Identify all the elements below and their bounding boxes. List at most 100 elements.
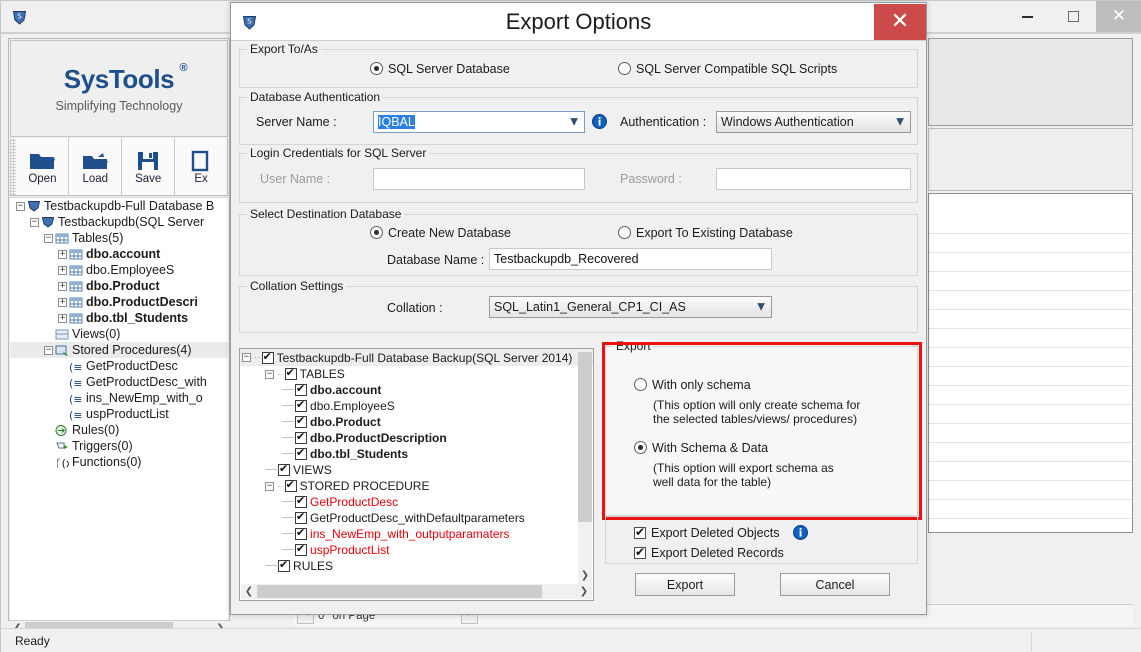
tree-item-checkbox[interactable] (295, 382, 308, 396)
radio-with-only-schema-indicator[interactable] (634, 378, 647, 392)
tree-item[interactable]: ┄┄ ins_NewEmp_with_outputparamaters (240, 526, 593, 542)
table-row[interactable] (929, 481, 1132, 500)
password-field[interactable] (716, 168, 911, 190)
table-row[interactable] (929, 272, 1132, 291)
tree-items[interactable]: −··TABLES┄┄dbo.account┄┄dbo.EmployeeS┄┄d… (240, 366, 593, 574)
tree-item[interactable]: ┄┄ dbo.account (240, 382, 593, 398)
collapse-icon[interactable]: − (30, 217, 39, 227)
tree-item[interactable]: ┄┄ uspProductList (240, 542, 593, 558)
tree-item-checkbox[interactable] (278, 462, 291, 476)
tree-item-checkbox[interactable] (295, 510, 308, 524)
scroll-right-icon[interactable]: ❯ (576, 586, 592, 597)
expand-icon[interactable]: + (58, 249, 67, 259)
tree-item[interactable]: ┄┄ dbo.Product (240, 414, 593, 430)
table-row[interactable] (929, 348, 1132, 367)
collapse-icon[interactable]: − (44, 233, 53, 243)
collapse-icon[interactable]: − (265, 481, 274, 491)
authentication-combo[interactable]: Windows Authentication ▼ (716, 111, 911, 133)
collapse-icon[interactable]: − (242, 353, 251, 362)
tree-vscrollbar[interactable]: ❯ (578, 350, 592, 584)
export-button[interactable]: Export (635, 573, 735, 596)
tree-item-checkbox[interactable] (295, 446, 308, 460)
collapse-icon[interactable]: − (265, 369, 274, 379)
tree-item[interactable]: ┄┄ dbo.EmployeeS (240, 398, 593, 414)
tree-item[interactable]: Triggers(0) (10, 438, 228, 454)
cancel-button[interactable]: Cancel (780, 573, 890, 596)
scroll-down-icon[interactable]: ❯ (578, 568, 592, 584)
tree-item[interactable]: Views(0) (10, 326, 228, 342)
object-selection-tree[interactable]: − ·· Testbackupdb-Full Database Backup(S… (239, 348, 594, 601)
tree-item[interactable]: −·· STORED PROCEDURE (240, 478, 593, 494)
radio-with-only-schema[interactable]: With only schema (634, 377, 751, 392)
user-name-field[interactable] (373, 168, 585, 190)
radio-sql-server-database[interactable]: SQL Server Database (370, 61, 510, 76)
expand-icon[interactable]: + (58, 297, 67, 307)
database-tree[interactable]: − Testbackupdb-Full Database B − Testbackup… (10, 197, 228, 620)
table-row[interactable] (929, 367, 1132, 386)
checkbox-export-deleted-objects-indicator[interactable] (634, 525, 646, 539)
toolbar-open-button[interactable]: Open (16, 138, 70, 195)
expand-icon[interactable]: + (58, 265, 67, 275)
radio-export-existing-database-indicator[interactable] (618, 226, 631, 240)
tree-item[interactable]: ┄┄ GetProductDesc_withDefaultparameters (240, 510, 593, 526)
expand-icon[interactable]: + (58, 313, 67, 323)
radio-with-schema-and-data[interactable]: With Schema & Data (634, 440, 768, 455)
tree-item[interactable]: + dbo.tbl_Students (10, 310, 228, 326)
tree-item-checkbox[interactable] (295, 430, 308, 444)
table-row[interactable] (929, 519, 1132, 532)
table-row[interactable] (929, 424, 1132, 443)
tree-item[interactable]: Rules(0) (10, 422, 228, 438)
radio-sql-scripts-indicator[interactable] (618, 62, 631, 76)
tree-item[interactable]: (≡ ins_NewEmp_with_o (10, 390, 228, 406)
radio-export-existing-database[interactable]: Export To Existing Database (618, 225, 793, 240)
table-row[interactable] (929, 386, 1132, 405)
table-row[interactable] (929, 253, 1132, 272)
scroll-left-icon[interactable]: ❮ (241, 586, 257, 597)
tree-item[interactable]: + dbo.account (10, 246, 228, 262)
maximize-button[interactable] (1050, 1, 1096, 32)
toolbar-load-button[interactable]: Load (69, 138, 123, 195)
tree-item-checkbox[interactable] (295, 398, 308, 412)
table-row[interactable] (929, 462, 1132, 481)
tree-item[interactable]: ┄┄ dbo.ProductDescription (240, 430, 593, 446)
collapse-icon[interactable]: − (16, 201, 25, 211)
toolbar-save-button[interactable]: Save (122, 138, 176, 195)
collapse-icon[interactable]: − (44, 345, 53, 355)
tree-item[interactable]: + dbo.EmployeeS (10, 262, 228, 278)
tree-vscroll-thumb[interactable] (578, 352, 592, 522)
tree-item[interactable]: −·· TABLES (240, 366, 593, 382)
table-row[interactable] (929, 500, 1132, 519)
records-table[interactable] (928, 193, 1133, 533)
tree-item[interactable]: ┄┄ GetProductDesc (240, 494, 593, 510)
tree-item[interactable]: ┄┄ RULES (240, 558, 593, 574)
server-name-combo[interactable]: IQBAL ▼ (373, 111, 585, 133)
tree-item-checkbox[interactable] (295, 494, 308, 508)
close-button[interactable]: ✕ (1096, 1, 1141, 32)
tree-root-row[interactable]: − ·· Testbackupdb-Full Database Backup(S… (240, 349, 593, 366)
toolbar-export-button[interactable]: Ex (175, 138, 228, 195)
minimize-button[interactable] (1004, 1, 1050, 32)
tree-item-checkbox[interactable] (295, 542, 308, 556)
radio-with-schema-and-data-indicator[interactable] (634, 441, 647, 455)
tree-item-checkbox[interactable] (295, 414, 308, 428)
radio-create-new-database[interactable]: Create New Database (370, 225, 511, 240)
tree-item[interactable]: (≡ GetProductDesc_with (10, 374, 228, 390)
tree-item[interactable]: − Testbackupdb-Full Database B (10, 198, 228, 214)
tree-hscroll-thumb[interactable] (257, 585, 542, 598)
checkbox-export-deleted-records-indicator[interactable] (634, 545, 646, 559)
collation-combo[interactable]: SQL_Latin1_General_CP1_CI_AS ▼ (489, 296, 772, 318)
tree-item[interactable]: ᚵ(x)Functions(0) (10, 454, 228, 470)
tree-item[interactable]: − Stored Procedures(4) (10, 342, 228, 358)
table-row[interactable] (929, 443, 1132, 462)
table-row[interactable] (929, 194, 1132, 234)
tree-hscrollbar[interactable]: ❮ ❯ (241, 584, 592, 599)
radio-sql-server-database-indicator[interactable] (370, 62, 383, 76)
checkbox-export-deleted-objects[interactable]: Export Deleted Objects (634, 525, 808, 541)
tree-item[interactable]: (≡ uspProductList (10, 406, 228, 422)
tree-hscroll-track[interactable] (257, 585, 576, 598)
table-row[interactable] (929, 405, 1132, 424)
tree-item[interactable]: (≡ GetProductDesc (10, 358, 228, 374)
tree-item[interactable]: − Tables(5) (10, 230, 228, 246)
export-deleted-objects-info-icon[interactable] (792, 525, 808, 541)
tree-item[interactable]: ┄┄ VIEWS (240, 462, 593, 478)
